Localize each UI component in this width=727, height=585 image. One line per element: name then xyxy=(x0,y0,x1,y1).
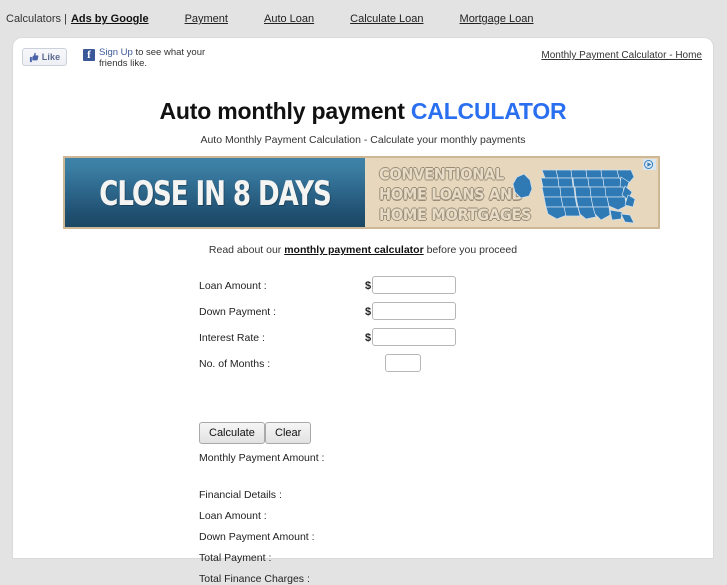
facebook-like-label: Like xyxy=(41,52,61,62)
loan-amount-input[interactable] xyxy=(372,276,456,294)
topbar-link-payment[interactable]: Payment xyxy=(185,13,228,25)
loan-amount-currency-symbol: $ xyxy=(365,280,372,292)
facebook-icon: f xyxy=(83,49,95,61)
clear-button[interactable]: Clear xyxy=(265,422,312,444)
calculators-label: Calculators | xyxy=(6,13,67,25)
down-payment-label: Down Payment : xyxy=(199,306,277,318)
form-buttons: Calculate Clear xyxy=(13,422,713,448)
banner-ad[interactable]: CLOSE IN 8 DAYS CONVENTIONAL HOME LOANS … xyxy=(63,156,660,229)
usa-map-icon xyxy=(512,169,636,224)
number-of-months-input[interactable] xyxy=(385,354,421,372)
topbar-link-mortgage-loan[interactable]: Mortgage Loan xyxy=(460,13,534,25)
ads-by-google-link[interactable]: Ads by Google xyxy=(71,13,149,25)
result-loan-amount-label: Loan Amount : xyxy=(199,510,267,522)
form-row-interest-rate: Interest Rate : $ xyxy=(13,328,713,354)
page-subtitle: Auto Monthly Payment Calculation - Calcu… xyxy=(200,134,526,146)
form-row-months: No. of Months : xyxy=(13,354,713,380)
result-total-payment-label: Total Payment : xyxy=(199,552,272,564)
page-title-accent: CALCULATOR xyxy=(410,98,567,124)
ads-by-google-bar: Calculators | Ads by Google Payment Auto… xyxy=(0,0,727,38)
result-total-finance-charges-label: Total Finance Charges : xyxy=(199,573,310,585)
form-row-loan-amount: Loan Amount : $ xyxy=(13,276,713,302)
interest-rate-input[interactable] xyxy=(372,328,456,346)
calculate-button[interactable]: Calculate xyxy=(199,422,265,444)
form-row-down-payment: Down Payment : $ xyxy=(13,302,713,328)
thumbs-up-icon xyxy=(29,52,40,63)
banner-ad-right-panel: CONVENTIONAL HOME LOANS AND HOME MORTGAG… xyxy=(365,158,658,227)
loan-amount-label: Loan Amount : xyxy=(199,280,267,292)
result-down-payment-amount-label: Down Payment Amount : xyxy=(199,531,315,543)
read-about-after: before you proceed xyxy=(423,244,518,256)
facebook-signup-text: Sign Up to see what your friends like. xyxy=(99,47,219,69)
down-payment-currency-symbol: $ xyxy=(365,306,372,318)
facebook-signup-link[interactable]: Sign Up xyxy=(99,47,133,58)
home-link[interactable]: Monthly Payment Calculator - Home xyxy=(541,50,702,61)
topbar-link-auto-loan[interactable]: Auto Loan xyxy=(264,13,314,25)
social-bar: Like f Sign Up to see what your friends … xyxy=(13,38,713,78)
page-panel: Like f Sign Up to see what your friends … xyxy=(13,38,713,585)
down-payment-input[interactable] xyxy=(372,302,456,320)
adchoices-icon[interactable] xyxy=(643,159,656,170)
interest-rate-currency-symbol: $ xyxy=(365,332,372,344)
monthly-payment-calculator-link[interactable]: monthly payment calculator xyxy=(284,244,423,256)
number-of-months-label: No. of Months : xyxy=(199,358,271,370)
page-title-plain: Auto monthly payment xyxy=(159,98,411,124)
interest-rate-label: Interest Rate : xyxy=(199,332,265,344)
monthly-payment-amount-label: Monthly Payment Amount : xyxy=(199,452,325,464)
facebook-like-button[interactable]: Like xyxy=(22,48,67,66)
topbar-link-calculate-loan[interactable]: Calculate Loan xyxy=(350,13,423,25)
page-title: Auto monthly payment CALCULATOR xyxy=(13,98,713,125)
banner-ad-slogan: CLOSE IN 8 DAYS xyxy=(99,172,332,213)
banner-ad-left-panel: CLOSE IN 8 DAYS xyxy=(65,158,365,227)
financial-details-heading: Financial Details : xyxy=(199,489,282,501)
read-about-line: Read about our monthly payment calculato… xyxy=(13,244,713,256)
read-about-before: Read about our xyxy=(208,244,285,256)
